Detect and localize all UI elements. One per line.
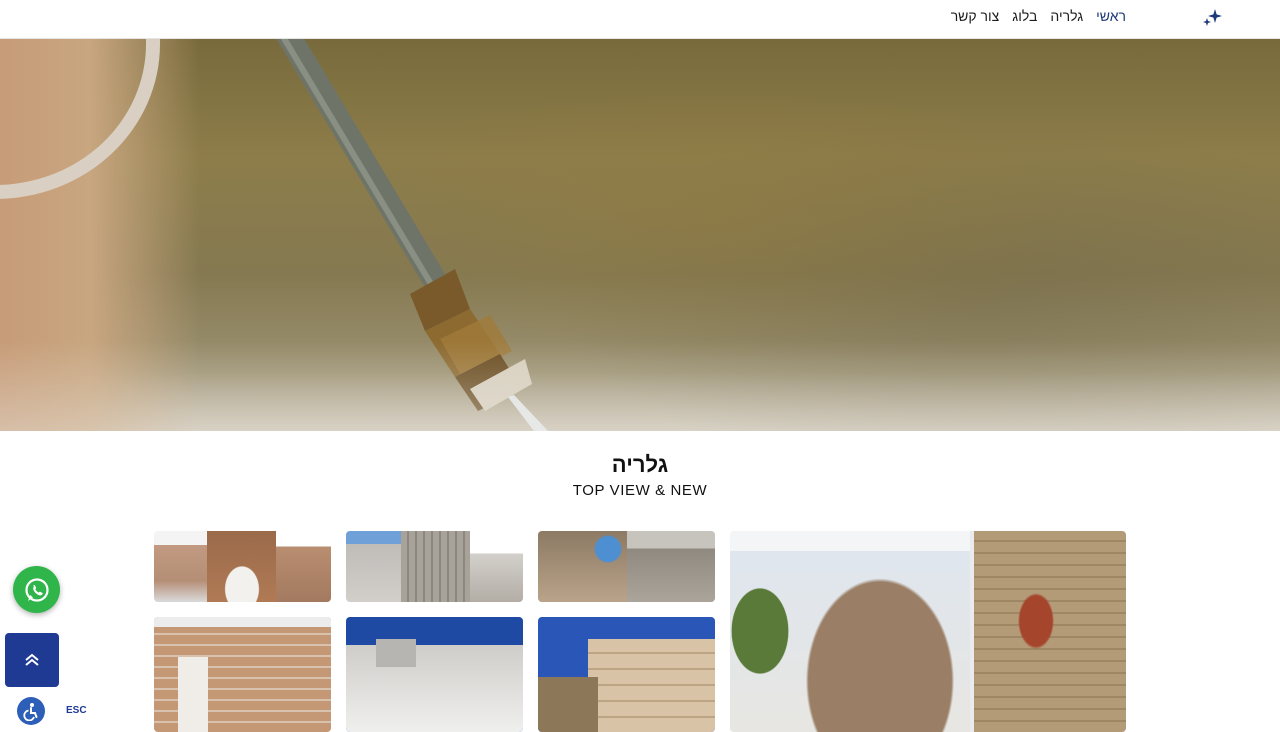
gallery-title: גלריה [611,452,669,477]
gallery-thumb-roof[interactable] [346,531,523,602]
gallery-thumb-white-roof[interactable] [346,617,523,732]
gallery-thumb-building[interactable] [538,617,715,732]
nav-blog[interactable]: בלוג [1012,8,1037,24]
sparkle-icon[interactable] [1201,7,1223,29]
scroll-top-button[interactable] [5,633,59,687]
nav-gallery[interactable]: גלריה [1050,8,1083,24]
gallery-thumb-arches[interactable] [154,531,331,602]
accessibility-esc-label: ESC [66,705,87,716]
hero-bottom-fade [0,341,1280,431]
gallery-thumb-roof-worker[interactable] [538,531,715,602]
site-header: ראשי גלריה בלוג צור קשר [0,0,1280,39]
chevron-up-icon [25,653,39,666]
gallery-subtitle: TOP VIEW & NEW [572,482,708,499]
main-nav: ראשי גלריה בלוג צור קשר [951,8,1126,24]
hero-banner [0,39,1280,431]
gallery-thumb-stone-facade[interactable] [730,531,1126,732]
gallery-thumb-brick-wall[interactable] [154,617,331,732]
nav-home[interactable]: ראשי [1096,8,1126,24]
whatsapp-icon [24,577,49,602]
accessibility-icon [23,703,38,721]
whatsapp-button[interactable] [13,566,60,613]
nav-contact[interactable]: צור קשר [951,8,1000,24]
accessibility-button[interactable] [17,697,45,725]
